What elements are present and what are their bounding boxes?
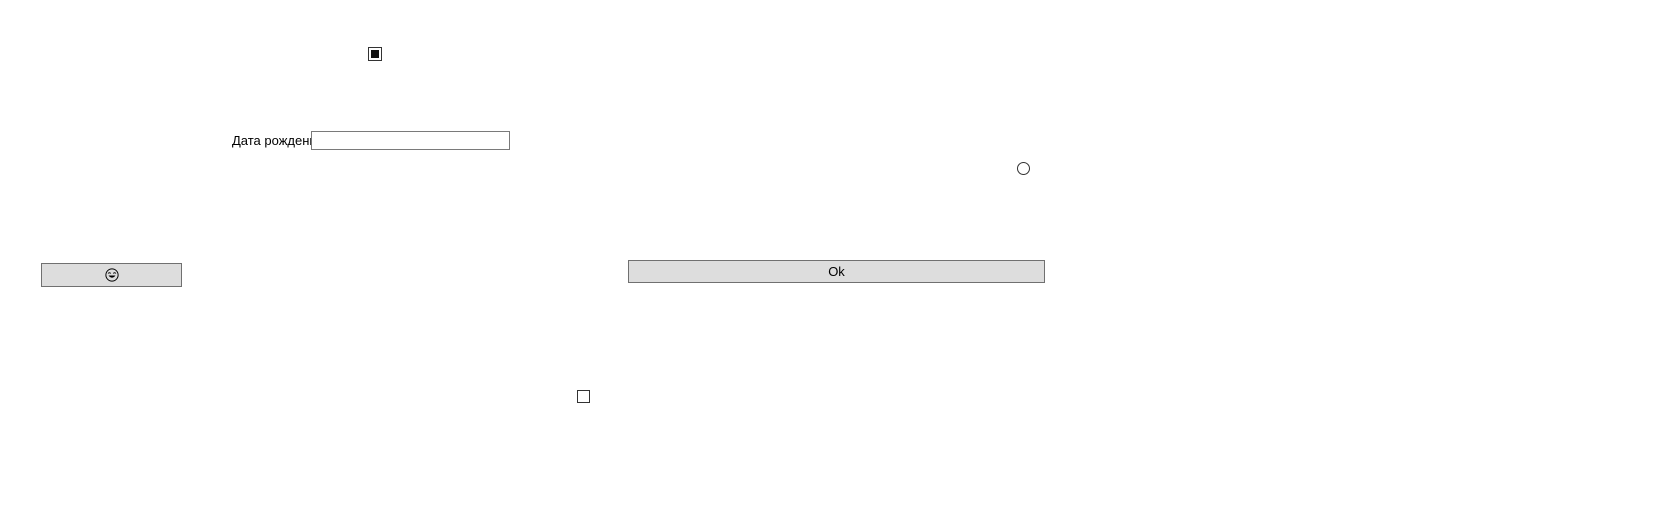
checkbox-mark bbox=[371, 50, 379, 58]
checkbox-bottom[interactable] bbox=[577, 390, 590, 403]
birthdate-input[interactable] bbox=[311, 131, 510, 150]
smiley-face-icon bbox=[104, 268, 119, 282]
emoji-button[interactable] bbox=[41, 263, 182, 287]
ok-button[interactable]: Ok bbox=[628, 260, 1045, 283]
radio-button[interactable] bbox=[1017, 162, 1030, 175]
checkbox-top[interactable] bbox=[368, 47, 382, 61]
birthdate-label: Дата рождения bbox=[232, 133, 324, 148]
